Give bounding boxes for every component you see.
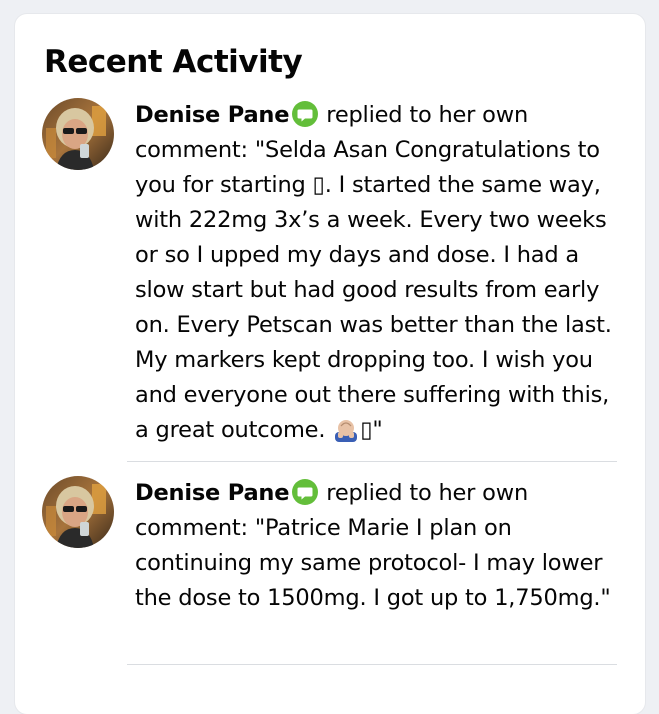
speech-bubble-icon — [292, 479, 319, 505]
author-name[interactable]: Denise Pane — [135, 480, 290, 506]
avatar[interactable] — [42, 98, 114, 170]
activity-text: Denise Pane replied to her own comment: … — [135, 476, 625, 616]
recent-activity-card: Recent Activity Denise Pane replied to h… — [15, 14, 645, 714]
avatar[interactable] — [42, 476, 114, 548]
activity-text: Denise Pane replied to her own comment: … — [135, 98, 625, 448]
comment-text: "Selda Asan Congratulations to you for s… — [135, 137, 612, 443]
speech-bubble-icon — [292, 101, 319, 127]
card-title: Recent Activity — [44, 44, 303, 80]
comment-text-end: ▯" — [360, 417, 383, 443]
divider — [127, 461, 617, 462]
person-bowing-icon — [332, 416, 360, 442]
author-name[interactable]: Denise Pane — [135, 102, 290, 128]
